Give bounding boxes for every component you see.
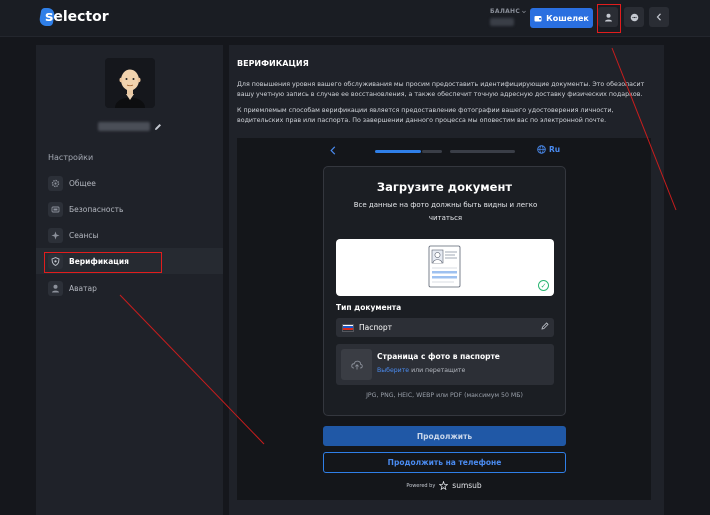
annotation-box-profile (597, 4, 621, 33)
chevron-left-icon (656, 13, 661, 21)
powered-by-label: Powered by (406, 482, 436, 489)
sidebar-item-security[interactable]: Безопасность (36, 196, 223, 222)
check-circle-icon: ✓ (538, 280, 549, 291)
edit-username-button[interactable] (154, 123, 162, 133)
chat-icon (630, 13, 638, 21)
russia-flag-icon (342, 323, 354, 332)
choose-file-link[interactable]: Выберите (377, 367, 409, 374)
progress-step (450, 150, 515, 153)
balance-label: БАЛАНС (490, 8, 521, 15)
language-selector[interactable]: Ru (537, 145, 560, 154)
wallet-button-label: Кошелек (546, 13, 589, 23)
pencil-icon[interactable] (541, 322, 549, 332)
gear-icon (48, 175, 63, 191)
balance[interactable]: БАЛАНС (490, 8, 526, 26)
passport-illustration: ✓ (336, 239, 554, 296)
username-blurred (98, 122, 150, 131)
sidebar-item-label: Аватар (69, 283, 97, 293)
sidebar-item-general[interactable]: Общее (36, 170, 223, 196)
wallet-icon (534, 15, 542, 21)
chevron-left-icon (330, 146, 336, 155)
card-subtitle: Все данные на фото должны быть видны и л… (353, 201, 538, 222)
logo-text: selector (45, 9, 109, 25)
shield-icon (48, 201, 63, 217)
upload-cloud-icon (341, 349, 372, 380)
upload-title: Страница с фото в паспорте (377, 352, 500, 361)
intro-paragraph: Для повышения уровня вашего обслуживания… (237, 81, 645, 98)
chat-button[interactable] (624, 7, 644, 27)
sidebar-item-avatar[interactable]: Аватар (36, 275, 223, 301)
avatar[interactable] (105, 58, 155, 108)
avatar-image (105, 58, 155, 108)
sidebar-item-sessions[interactable]: Сеансы (36, 222, 223, 248)
card-title: Загрузите документ (376, 180, 513, 194)
accepted-formats: JPG, PNG, HEIC, WEBP или PDF (максимум 5… (366, 392, 523, 399)
doc-type-value: Паспорт (359, 323, 392, 332)
methods-paragraph: К приемлемым способам верификации являет… (237, 107, 614, 124)
doc-type-select[interactable]: Паспорт (336, 318, 554, 337)
sumsub-brand: sumsub (452, 481, 482, 490)
settings-sidebar: Настройки Общее Безопасность Сеансы Вери… (36, 45, 223, 515)
balance-value-blurred (490, 18, 514, 26)
sidebar-item-label: Безопасность (69, 204, 124, 214)
sessions-icon (48, 227, 63, 243)
verification-panel: ВЕРИФИКАЦИЯ Для повышения уровня вашего … (229, 45, 664, 515)
upload-dropzone[interactable]: Страница с фото в паспорте Выберите или … (336, 344, 554, 385)
progress-step (422, 150, 442, 153)
collapse-button[interactable] (649, 7, 669, 27)
sumsub-logo-icon (439, 481, 449, 490)
back-button[interactable] (330, 145, 336, 158)
continue-button[interactable]: Продолжить (323, 426, 566, 446)
wallet-button[interactable]: Кошелек (530, 8, 593, 28)
logo[interactable]: selector (38, 8, 109, 26)
annotation-box-verification (44, 252, 162, 273)
chevron-down-icon (522, 10, 526, 13)
settings-section-title: Настройки (48, 153, 94, 162)
sidebar-item-label: Общее (69, 178, 96, 188)
sidebar-item-label: Сеансы (69, 230, 99, 240)
pencil-icon (155, 124, 161, 130)
page-title: ВЕРИФИКАЦИЯ (237, 59, 309, 68)
progress-step-active (375, 150, 421, 153)
user-icon (48, 280, 63, 296)
doc-type-label: Тип документа (336, 303, 402, 312)
passport-image (428, 245, 461, 288)
globe-icon (537, 145, 546, 154)
language-label: Ru (549, 145, 561, 154)
drag-hint: или перетащите (409, 367, 466, 374)
continue-on-phone-button[interactable]: Продолжить на телефоне (323, 452, 566, 473)
powered-by-sumsub: Powered by sumsub (237, 481, 651, 490)
sumsub-widget: Ru Загрузите документ Все данные на фото… (237, 138, 651, 500)
upload-card: Загрузите документ Все данные на фото до… (323, 166, 566, 416)
